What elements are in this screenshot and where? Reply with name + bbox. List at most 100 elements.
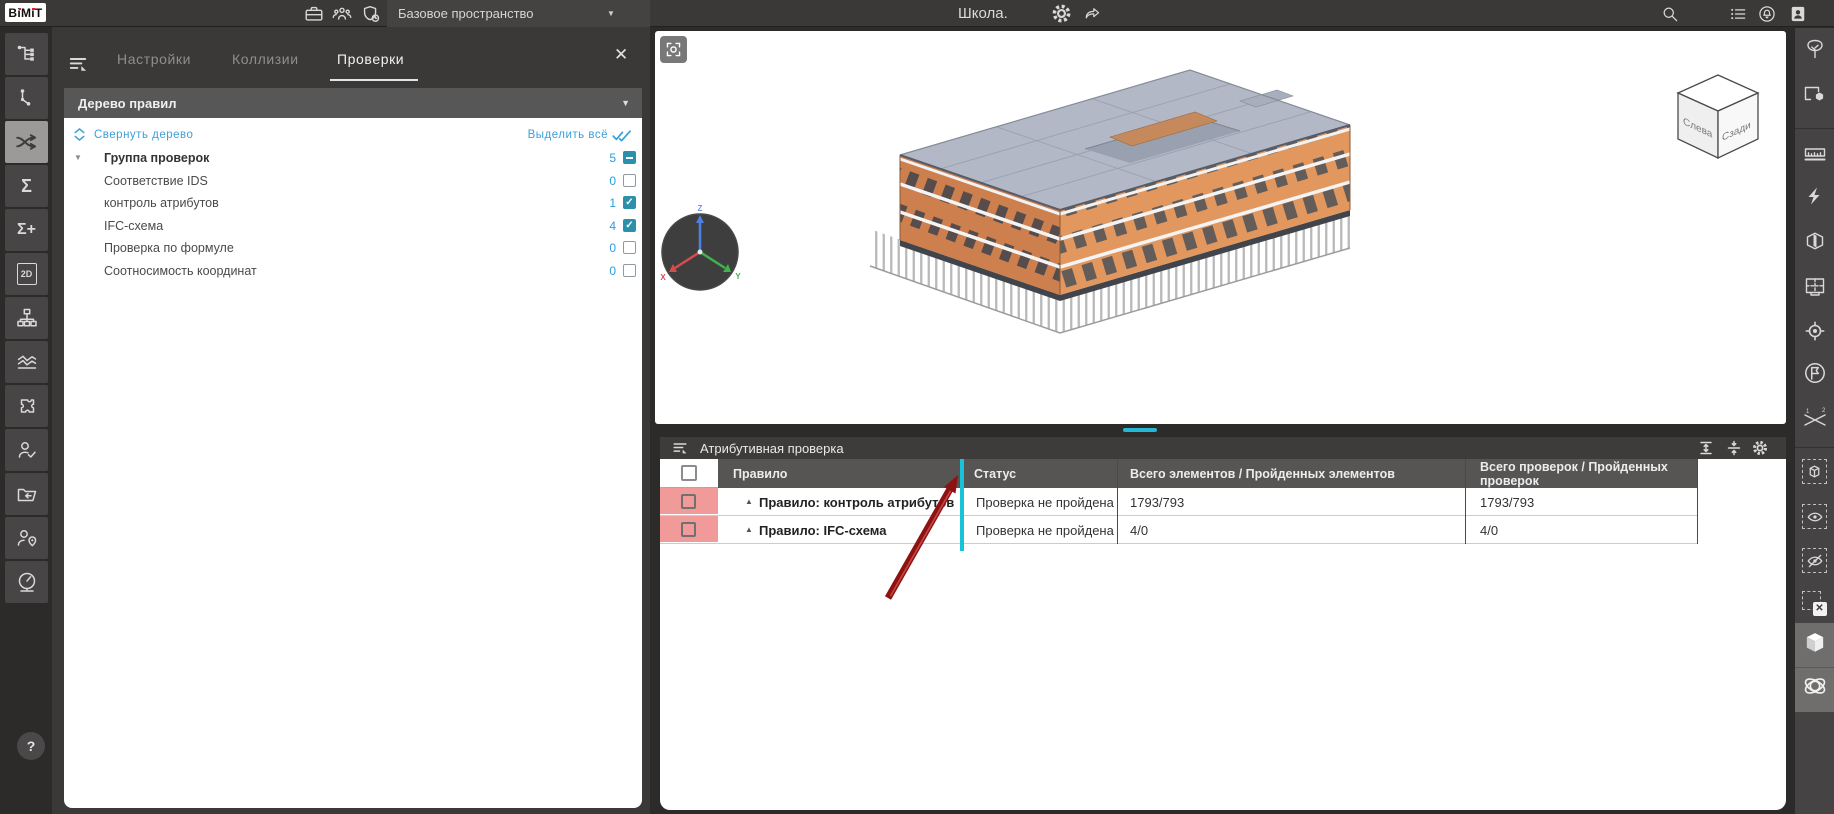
tree-expand-arrow[interactable]: ▼ <box>74 153 82 162</box>
panel-menu-icon[interactable] <box>68 54 88 74</box>
flag-circle-icon[interactable] <box>1795 360 1834 386</box>
table-row[interactable]: ▲ Правило: контроль атрибутов Проверка н… <box>660 488 1697 516</box>
measure-c2c-icon[interactable]: 1 2 <box>1795 405 1834 433</box>
gizmo-y-label: Y <box>735 272 741 281</box>
column-header-checks[interactable]: Всего проверок / Пройденных проверок <box>1465 459 1697 488</box>
tree-row-label: IFC-схема <box>104 219 163 233</box>
annotation-arrow <box>860 457 1000 617</box>
team-icon[interactable] <box>331 3 353 25</box>
briefcase-icon[interactable] <box>303 3 325 25</box>
tab-settings[interactable]: Настройки <box>117 51 191 67</box>
account-icon[interactable] <box>1788 4 1808 24</box>
clash-shuffle-icon[interactable] <box>5 121 48 163</box>
user-check-icon[interactable] <box>5 429 48 471</box>
panel-resize-handle[interactable] <box>1123 428 1157 432</box>
viewport-3d[interactable]: Z X Y Слева Сзади <box>655 31 1786 424</box>
ruler-icon[interactable] <box>1795 141 1834 165</box>
trend-lines-icon[interactable] <box>5 341 48 383</box>
tree-row[interactable]: контроль атрибутов 1 <box>64 193 642 215</box>
notifications-icon[interactable] <box>1757 4 1777 24</box>
tab-checks[interactable]: Проверки <box>337 51 404 67</box>
show-eye-icon[interactable] <box>1795 504 1834 529</box>
plugin-puzzle-icon[interactable] <box>5 385 48 427</box>
org-chart-icon[interactable] <box>5 297 48 339</box>
left-toolbar: Σ Σ+ 2D <box>0 27 52 814</box>
tab-collisions[interactable]: Коллизии <box>232 51 299 67</box>
toolbar-group-separator <box>1795 447 1834 448</box>
results-panel: Атрибутивная проверка <box>660 437 1786 810</box>
tree-row-label: Соответствие IDS <box>104 174 208 188</box>
tree-row[interactable]: Соответствие IDS 0 <box>64 171 642 193</box>
active-tab-underline <box>330 79 418 81</box>
checks-cell: 4/0 <box>1480 516 1498 544</box>
tree-row-group[interactable]: ▼ Группа проверок 5 <box>64 148 642 170</box>
workspace-selector[interactable]: Базовое пространство ▼ <box>387 0 650 27</box>
tree-row-checkbox[interactable] <box>623 196 636 209</box>
tree-row[interactable]: Проверка по формуле 0 <box>64 238 642 260</box>
hide-eye-off-icon[interactable] <box>1795 548 1834 573</box>
user-location-icon[interactable] <box>5 517 48 559</box>
chevron-down-icon: ▼ <box>621 98 630 108</box>
tree-row[interactable]: IFC-схема 4 <box>64 216 642 238</box>
section-cube-icon[interactable] <box>1795 229 1834 253</box>
help-button[interactable]: ? <box>17 732 45 760</box>
tree-row-label: Проверка по формуле <box>104 241 234 255</box>
focus-target-icon[interactable] <box>1795 319 1834 343</box>
tree-row-count: 0 <box>609 174 616 188</box>
solid-cube-icon[interactable] <box>1795 629 1834 657</box>
tree-row-checkbox[interactable] <box>623 151 636 164</box>
focus-view-button[interactable] <box>660 36 687 63</box>
expand-rows-icon[interactable] <box>1698 440 1714 456</box>
collapse-tree-icon[interactable] <box>73 127 86 142</box>
deselect-x-icon[interactable]: ✕ <box>1795 591 1834 617</box>
chevron-down-icon: ▼ <box>607 9 615 18</box>
list-icon[interactable] <box>1728 4 1748 24</box>
building-model <box>870 70 1350 333</box>
share-icon[interactable] <box>1083 4 1103 23</box>
row-checkbox[interactable] <box>681 494 696 509</box>
close-icon[interactable]: ✕ <box>614 45 628 65</box>
model-tree-icon[interactable] <box>5 33 48 75</box>
tree-section-header[interactable]: Дерево правил ▼ <box>64 88 642 118</box>
tree-row[interactable]: Соотносимость координат 0 <box>64 261 642 283</box>
double-check-icon[interactable] <box>611 127 635 143</box>
gizmo-z-label: Z <box>698 204 703 213</box>
tree-plant-icon[interactable] <box>1795 37 1834 61</box>
flash-icon[interactable] <box>1795 184 1834 208</box>
checks-cell: 1793/793 <box>1480 488 1534 516</box>
select-all-link[interactable]: Выделить всё <box>528 129 608 141</box>
gizmo-x-label: X <box>660 273 666 282</box>
plan-crosshair-icon[interactable] <box>1795 274 1834 298</box>
isolate-cube-icon[interactable] <box>1795 459 1834 484</box>
gear-icon[interactable] <box>1052 4 1071 23</box>
sheet-2d-icon[interactable]: 2D <box>5 253 48 295</box>
tree-row-checkbox[interactable] <box>623 219 636 232</box>
orbit-icon[interactable] <box>1795 672 1834 700</box>
collapse-rows-icon[interactable] <box>1726 440 1742 456</box>
select-node-icon[interactable] <box>5 77 48 119</box>
row-checkbox[interactable] <box>681 522 696 537</box>
folder-share-icon[interactable] <box>5 473 48 515</box>
tree-row-checkbox[interactable] <box>623 174 636 187</box>
select-all-checkbox[interactable] <box>681 465 697 481</box>
column-header-elements[interactable]: Всего элементов / Пройденных элементов <box>1117 459 1465 488</box>
select-elements-icon[interactable] <box>1795 82 1834 106</box>
sum-plus-icon[interactable]: Σ+ <box>5 209 48 251</box>
sum-icon[interactable]: Σ <box>5 165 48 207</box>
gear-icon[interactable] <box>1752 440 1768 456</box>
search-icon[interactable] <box>1660 4 1680 24</box>
shield-clock-icon[interactable] <box>360 3 382 25</box>
dashboard-gauge-icon[interactable] <box>5 561 48 603</box>
table-row[interactable]: ▲ Правило: IFC-схема Проверка не пройден… <box>660 516 1697 544</box>
tree-row-checkbox[interactable] <box>623 241 636 254</box>
collapse-tree-link[interactable]: Свернуть дерево <box>94 129 193 141</box>
row-collapse-arrow[interactable]: ▲ <box>745 497 753 506</box>
panel-menu-icon[interactable] <box>672 440 688 456</box>
row-collapse-arrow[interactable]: ▲ <box>745 525 753 534</box>
row-checkbox-cell <box>660 516 718 543</box>
tree-row-checkbox[interactable] <box>623 264 636 277</box>
logo-red-dot <box>32 8 35 11</box>
tree-row-count: 0 <box>609 241 616 255</box>
toolbar-group-separator <box>1795 128 1834 129</box>
app-logo: BiMiT <box>5 3 46 22</box>
